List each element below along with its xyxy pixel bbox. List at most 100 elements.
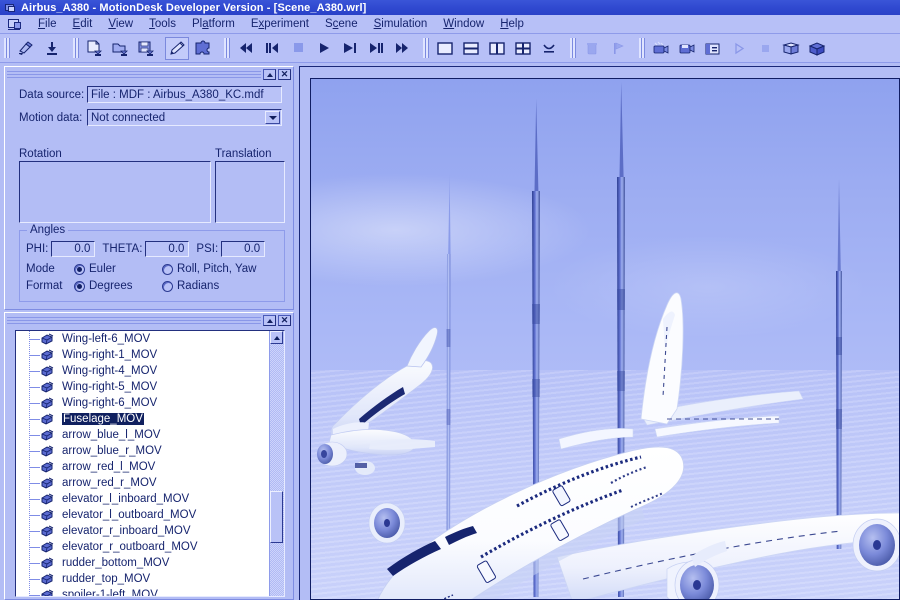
- data-source-row: Data source: File : MDF : Airbus_A380_KC…: [19, 86, 283, 103]
- scene-3d-viewport[interactable]: [310, 78, 900, 600]
- tree-item[interactable]: arrow_blue_r_MOV: [16, 443, 270, 459]
- menu-file-rest: ile: [45, 18, 57, 30]
- toolbar-grip-5[interactable]: [569, 37, 576, 59]
- play-icon[interactable]: [312, 37, 336, 60]
- tree-item-label: Wing-right-5_MOV: [62, 381, 158, 393]
- save-movie-icon[interactable]: [675, 37, 699, 60]
- menu-item-platform[interactable]: Platform: [184, 17, 243, 31]
- download-arrow-icon[interactable]: [40, 37, 64, 60]
- play-pause-icon[interactable]: [364, 37, 388, 60]
- tree-item-label: arrow_blue_l_MOV: [62, 429, 161, 441]
- tree-item-label: elevator_l_outboard_MOV: [62, 509, 197, 521]
- tree-item[interactable]: Wing-right-6_MOV: [16, 395, 270, 411]
- tree-item[interactable]: rudder_top_MOV: [16, 571, 270, 587]
- tree-panel-caption[interactable]: ✕: [7, 315, 291, 326]
- engine-inner-left: [666, 559, 720, 599]
- data-source-field[interactable]: File : MDF : Airbus_A380_KC.mdf: [87, 86, 282, 103]
- motion-object-icon: [40, 381, 54, 393]
- tree-item[interactable]: Fuselage_MOV: [16, 411, 270, 427]
- close-icon[interactable]: ✕: [278, 69, 291, 80]
- translation-listbox[interactable]: [215, 161, 285, 223]
- camera-underline-icon[interactable]: [537, 37, 561, 60]
- toolbar-grip-3[interactable]: [223, 37, 230, 59]
- tree-item[interactable]: arrow_red_l_MOV: [16, 459, 270, 475]
- menu-item-tools[interactable]: Tools: [141, 17, 184, 31]
- paint-brush-icon[interactable]: [14, 37, 38, 60]
- tree-item[interactable]: Wing-left-6_MOV: [16, 331, 270, 347]
- chevron-down-icon[interactable]: [265, 111, 280, 124]
- menu-item-edit[interactable]: Edit: [65, 17, 101, 31]
- tree-item[interactable]: Wing-right-5_MOV: [16, 379, 270, 395]
- radio-format-radians[interactable]: Radians: [162, 280, 219, 292]
- tree-close-icon[interactable]: ✕: [278, 315, 291, 326]
- closed-book-icon[interactable]: [805, 37, 829, 60]
- flag-icon[interactable]: [606, 37, 630, 60]
- tree-item[interactable]: Wing-right-4_MOV: [16, 363, 270, 379]
- tree-item[interactable]: elevator_r_outboard_MOV: [16, 539, 270, 555]
- tree-item[interactable]: elevator_l_inboard_MOV: [16, 491, 270, 507]
- stop-icon[interactable]: [286, 37, 310, 60]
- menu-item-scene[interactable]: Scene: [317, 17, 366, 31]
- radio-mode-euler[interactable]: Euler: [74, 263, 152, 275]
- motion-data-combo[interactable]: Not connected: [87, 109, 282, 126]
- angles-values-row: PHI: 0.0 THETA: 0.0 PSI: 0.0: [26, 241, 266, 257]
- quad-view-icon[interactable]: [511, 37, 535, 60]
- scrollbar-track[interactable]: [270, 344, 284, 596]
- phi-field[interactable]: 0.0: [51, 241, 96, 257]
- tree-connector-line: [29, 515, 40, 516]
- tree-item[interactable]: elevator_l_outboard_MOV: [16, 507, 270, 523]
- open-object-icon[interactable]: [109, 37, 133, 60]
- toolbar-grip-4[interactable]: [422, 37, 429, 59]
- antenna-mast-4: [836, 179, 842, 549]
- open-book-icon[interactable]: [779, 37, 803, 60]
- step-forward-icon[interactable]: [338, 37, 362, 60]
- toolbar-grip-6[interactable]: [638, 37, 645, 59]
- toolbar-grip-2[interactable]: [72, 37, 79, 59]
- tree-item[interactable]: arrow_blue_l_MOV: [16, 427, 270, 443]
- document-window-icon[interactable]: [6, 17, 24, 32]
- psi-field[interactable]: 0.0: [221, 241, 266, 257]
- menu-item-help[interactable]: Help: [492, 17, 532, 31]
- record-movie-icon[interactable]: [649, 37, 673, 60]
- menu-item-file[interactable]: File: [30, 17, 65, 31]
- step-back-icon[interactable]: [260, 37, 284, 60]
- tree-item[interactable]: Wing-right-1_MOV: [16, 347, 270, 363]
- restore-up-icon[interactable]: [263, 69, 276, 80]
- engine-outer-right: [852, 518, 899, 572]
- theta-field[interactable]: 0.0: [145, 241, 190, 257]
- movie-properties-icon[interactable]: [701, 37, 725, 60]
- tree-item[interactable]: rudder_bottom_MOV: [16, 555, 270, 571]
- properties-panel-caption[interactable]: ✕: [7, 69, 291, 80]
- tree-item[interactable]: elevator_r_inboard_MOV: [16, 523, 270, 539]
- stop-outline-icon[interactable]: [753, 37, 777, 60]
- menu-item-view[interactable]: View: [100, 17, 141, 31]
- new-object-icon[interactable]: [83, 37, 107, 60]
- menu-item-window[interactable]: Window: [435, 17, 492, 31]
- menu-item-experiment[interactable]: Experiment: [243, 17, 317, 31]
- skip-to-start-icon[interactable]: [234, 37, 258, 60]
- tree-vertical-scrollbar[interactable]: [269, 331, 284, 596]
- trash-icon[interactable]: [580, 37, 604, 60]
- tree-item[interactable]: spoiler-1-left_MOV: [16, 587, 270, 596]
- split-horizontal-icon[interactable]: [459, 37, 483, 60]
- play-outline-icon[interactable]: [727, 37, 751, 60]
- menu-window-rest: indow: [454, 18, 485, 30]
- pen-tool-icon[interactable]: [165, 36, 189, 60]
- tree-restore-up-icon[interactable]: [263, 315, 276, 326]
- tree-item-label: rudder_bottom_MOV: [62, 557, 170, 569]
- scene-object-tree[interactable]: Wing-left-6_MOV Wing-right-1_MOV Wing-righ…: [15, 330, 285, 597]
- radio-mode-rpy[interactable]: Roll, Pitch, Yaw: [162, 263, 256, 275]
- scrollbar-thumb[interactable]: [270, 491, 283, 543]
- split-vertical-icon[interactable]: [485, 37, 509, 60]
- radio-format-degrees[interactable]: Degrees: [74, 280, 152, 292]
- menu-item-simulation[interactable]: Simulation: [366, 17, 436, 31]
- save-object-icon[interactable]: [135, 37, 159, 60]
- scroll-up-icon[interactable]: [270, 331, 283, 344]
- menu-help-rest: elp: [508, 18, 524, 30]
- tree-item[interactable]: arrow_red_r_MOV: [16, 475, 270, 491]
- toolbar-grip[interactable]: [3, 37, 10, 59]
- puzzle-piece-icon[interactable]: [191, 37, 215, 60]
- single-view-icon[interactable]: [433, 37, 457, 60]
- rotation-listbox[interactable]: [19, 161, 211, 223]
- skip-to-end-icon[interactable]: [390, 37, 414, 60]
